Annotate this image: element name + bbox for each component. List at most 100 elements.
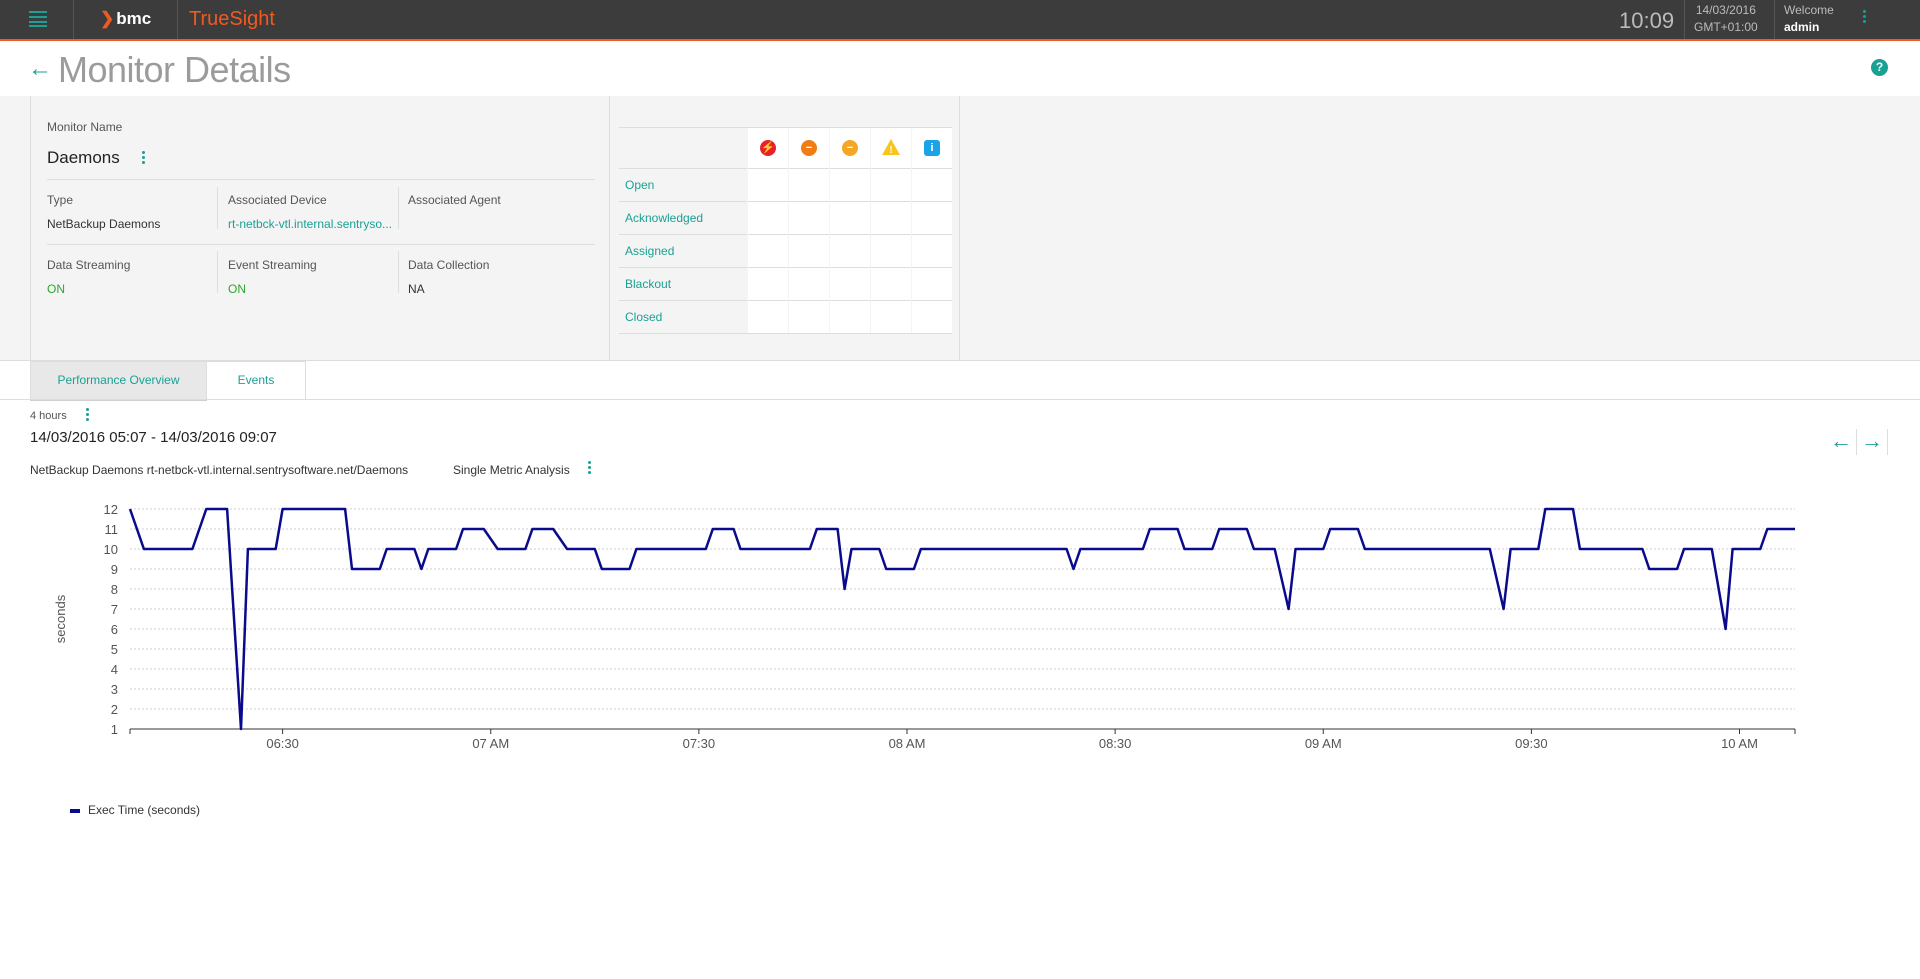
event-cell[interactable] [747,267,789,301]
event-cell[interactable] [870,300,912,334]
event-cell[interactable] [829,201,871,235]
divider [1774,0,1775,39]
info-column-header[interactable]: i [911,127,952,169]
previous-arrow-icon[interactable]: ← [1826,429,1857,455]
assigned-label[interactable]: Assigned [619,234,748,268]
event-cell[interactable] [911,300,952,334]
product-name[interactable]: TrueSight [189,8,275,31]
monitor-name: Daemons [47,148,120,167]
major-column-header[interactable]: − [788,127,830,169]
minor-column-header[interactable]: − [829,127,871,169]
event-cell[interactable] [747,234,789,268]
event-cell[interactable] [829,300,871,334]
event-cell[interactable] [788,267,830,301]
event-cell[interactable] [829,267,871,301]
event-cell[interactable] [870,201,912,235]
associated-device-label: Associated Device [228,193,327,207]
legend-label: Exec Time (seconds) [88,803,201,817]
y-tick-label: 4 [111,662,118,677]
acknowledged-label[interactable]: Acknowledged [619,201,748,235]
x-tick-label: 09 AM [1305,736,1342,751]
x-tick-label: 07:30 [683,736,716,751]
help-icon[interactable]: ? [1871,59,1888,76]
event-cell[interactable] [911,201,952,235]
severity-header-row: ⚡ − − ! i [619,127,952,169]
event-cell[interactable] [788,168,830,202]
event-row-acknowledged: Acknowledged [619,201,952,235]
associated-device-link[interactable]: rt-netbck-vtl.internal.sentryso... [228,217,392,231]
event-cell[interactable] [788,234,830,268]
y-tick-label: 7 [111,602,118,617]
event-cell[interactable] [747,168,789,202]
critical-column-header[interactable]: ⚡ [747,127,789,169]
user-menu-kebab-icon[interactable] [1863,10,1867,28]
time-range-kebab-icon[interactable] [86,408,90,423]
monitor-name-label: Monitor Name [47,120,123,134]
event-cell[interactable] [747,201,789,235]
divider [398,251,399,293]
event-cell[interactable] [911,234,952,268]
chart-grid [130,508,1795,710]
date-display: 14/03/2016 GMT+01:00 [1694,2,1758,36]
divider [47,179,595,180]
minor-icon: − [842,140,858,156]
divider [73,0,74,39]
tab-events[interactable]: Events [206,361,306,399]
event-summary-table: ⚡ − − ! i Open Acknowledged Assigned Bla… [619,127,952,334]
y-tick-label: 3 [111,682,118,697]
clock-time: 10:09 [1619,8,1675,33]
monitor-details-card: Monitor Name Daemons Type NetBackup Daem… [30,96,610,360]
date-range: 14/03/2016 05:07 - 14/03/2016 09:07 [30,429,277,446]
y-axis-label: seconds [53,594,68,643]
event-row-closed: Closed [619,300,952,334]
divider [47,244,595,245]
event-cell[interactable] [870,168,912,202]
critical-icon: ⚡ [760,140,776,156]
y-tick-label: 9 [111,562,118,577]
next-arrow-icon[interactable]: → [1857,429,1888,455]
event-cell[interactable] [911,168,952,202]
exec-time-chart: 123456789101112 06:30 07 AM 07:30 08 AM 08:3… [53,502,1796,751]
tab-performance-overview[interactable]: Performance Overview [30,361,207,401]
type-value: NetBackup Daemons [47,217,161,231]
y-tick-label: 5 [111,642,118,657]
event-cell[interactable] [870,234,912,268]
back-arrow-icon[interactable]: ← [28,57,52,81]
warning-icon: ! [882,138,900,158]
divider [217,251,218,293]
y-tick-label: 10 [104,542,118,557]
event-streaming-value: ON [228,282,246,296]
monitor-path: NetBackup Daemons rt-netbck-vtl.internal… [30,463,409,477]
bmc-logo[interactable]: ❯ bmc [100,9,151,29]
divider [398,187,399,229]
y-tick-label: 8 [111,582,118,597]
monitor-actions-kebab-icon[interactable] [142,151,146,166]
event-cell[interactable] [870,267,912,301]
event-cell[interactable] [829,234,871,268]
single-metric-analysis-label: Single Metric Analysis [453,463,570,477]
chart-legend[interactable]: Exec Time (seconds) [70,803,200,817]
top-navigation-bar: ❯ bmc TrueSight 10:09 14/03/2016 GMT+01:0… [0,0,1920,41]
y-tick-label: 1 [111,722,118,737]
x-tick-label: 08:30 [1099,736,1132,751]
svg-text:!: ! [889,145,892,155]
closed-label[interactable]: Closed [619,300,748,334]
divider [0,399,1920,400]
event-cell[interactable] [747,300,789,334]
associated-agent-label: Associated Agent [408,193,501,207]
event-cell[interactable] [788,300,830,334]
analysis-kebab-icon[interactable] [588,461,592,476]
event-cell[interactable] [788,201,830,235]
event-cell[interactable] [911,267,952,301]
event-streaming-label: Event Streaming [228,258,317,272]
exec-time-series-line[interactable] [128,507,1795,731]
warning-column-header[interactable]: ! [870,127,912,169]
x-tick-label: 06:30 [266,736,299,751]
x-tick-label: 09:30 [1515,736,1548,751]
open-label[interactable]: Open [619,168,748,202]
hamburger-menu-icon[interactable] [29,11,47,27]
blackout-label[interactable]: Blackout [619,267,748,301]
data-collection-value: NA [408,282,425,296]
event-cell[interactable] [829,168,871,202]
type-label: Type [47,193,74,207]
